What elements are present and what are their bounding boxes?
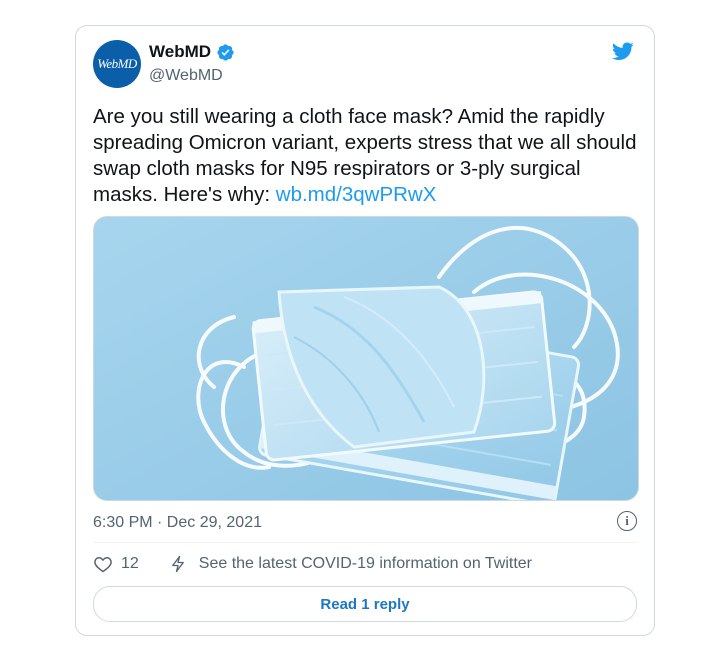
covid-info-link[interactable]: See the latest COVID-19 information on T… (169, 554, 532, 574)
tweet-timestamp[interactable]: 6:30 PM · Dec 29, 2021 (93, 514, 262, 532)
author-name[interactable]: WebMD (149, 42, 211, 62)
tweet-actions: 12 See the latest COVID-19 information o… (93, 553, 532, 575)
author-handle[interactable]: @WebMD (149, 67, 223, 85)
author-name-row[interactable]: WebMD (149, 42, 235, 62)
avatar[interactable]: WebMD (93, 40, 141, 88)
tweet-text: Are you still wearing a cloth face mask?… (93, 104, 641, 208)
divider (93, 542, 637, 543)
heart-icon (94, 556, 112, 573)
like-count: 12 (121, 555, 139, 572)
tweet-image[interactable] (93, 216, 639, 501)
covid-info-label: See the latest COVID-19 information on T… (198, 555, 532, 572)
read-reply-button[interactable]: Read 1 reply (93, 586, 637, 622)
info-icon[interactable]: i (617, 511, 637, 531)
like-button[interactable]: 12 (93, 554, 139, 574)
tweet-card[interactable]: WebMD WebMD @WebMD Are you still wearing… (75, 25, 655, 636)
verified-badge-icon (217, 43, 234, 61)
tweet-link[interactable]: wb.md/3qwPRwX (276, 183, 437, 206)
twitter-bird-icon[interactable] (610, 40, 636, 62)
lightning-icon (171, 555, 184, 573)
read-reply-label: Read 1 reply (320, 595, 410, 613)
surgical-masks-photo (94, 217, 638, 500)
avatar-text: WebMD (97, 56, 137, 71)
